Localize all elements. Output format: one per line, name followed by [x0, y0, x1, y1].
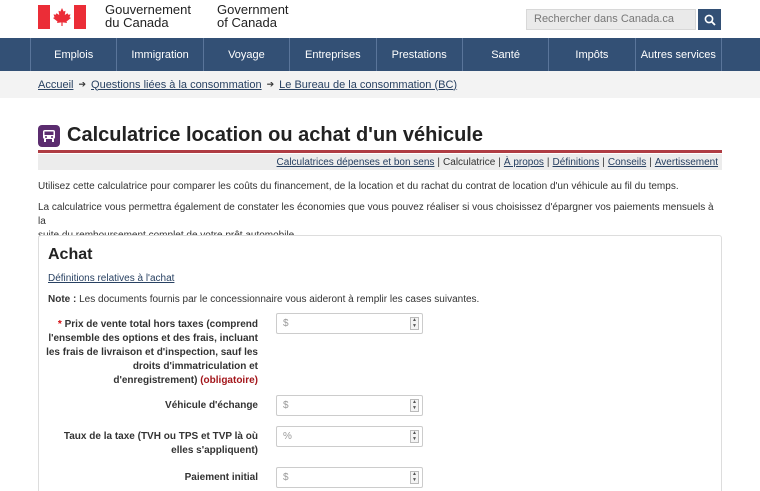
trade-in-label: Véhicule d'échange	[165, 400, 258, 411]
required-tag: (obligatoire)	[200, 375, 258, 386]
wordmark-fr-line2: du Canada	[105, 15, 169, 30]
canada-flag-icon[interactable]	[38, 5, 86, 29]
breadcrumb: Accueil ➔ Questions liées à la consommat…	[0, 71, 760, 98]
nav-item-immigration[interactable]: Immigration	[117, 38, 204, 71]
nav-item-emplois[interactable]: Emplois	[31, 38, 118, 71]
panel-note: Note : Les documents fournis par le conc…	[48, 294, 479, 305]
purchase-panel: Achat Définitions relatives à l'achat No…	[38, 235, 722, 491]
calculator-subnav: Calculatrices dépenses et bon sens | Cal…	[38, 154, 722, 170]
panel-title: Achat	[48, 246, 93, 263]
search-icon	[704, 14, 716, 26]
subnav-conseils[interactable]: Conseils	[608, 157, 646, 168]
down-payment-input[interactable]: $ ▲ ▼	[276, 467, 423, 488]
spinner-icon[interactable]: ▲ ▼	[410, 471, 419, 484]
intro-paragraph-2-line1: La calculatrice vous permettra également…	[38, 202, 714, 227]
subnav-avertissement[interactable]: Avertissement	[655, 157, 718, 168]
nav-item-impots[interactable]: Impôts	[549, 38, 636, 71]
required-asterisk: *	[57, 319, 62, 330]
total-price-input[interactable]: $ ▲ ▼	[276, 313, 423, 334]
search-button[interactable]	[698, 9, 721, 30]
wordmark-english[interactable]: Government of Canada	[217, 3, 289, 29]
breadcrumb-questions-consommation[interactable]: Questions liées à la consommation	[91, 79, 262, 91]
nav-item-autres-services[interactable]: Autres services	[636, 38, 722, 71]
total-price-label: * Prix de vente total hors taxes (compre…	[46, 319, 258, 386]
subnav-definitions[interactable]: Définitions	[553, 157, 600, 168]
main-nav: Emplois Immigration Voyage Entreprises P…	[0, 38, 760, 71]
wordmark-en-line2: of Canada	[217, 15, 277, 30]
spinner-icon[interactable]: ▲ ▼	[410, 399, 419, 412]
arrow-right-icon: ➔	[78, 79, 87, 89]
nav-item-prestations[interactable]: Prestations	[377, 38, 463, 71]
trade-in-input[interactable]: $ ▲ ▼	[276, 395, 423, 416]
spinner-icon[interactable]: ▲ ▼	[410, 317, 419, 330]
arrow-right-icon: ➔	[266, 79, 275, 89]
purchase-definitions-link[interactable]: Définitions relatives à l'achat	[48, 273, 174, 284]
down-payment-label: Paiement initial	[184, 472, 258, 483]
intro-paragraph-1: Utilisez cette calculatrice pour compare…	[38, 181, 679, 192]
nav-item-sante[interactable]: Santé	[463, 38, 550, 71]
spinner-icon[interactable]: ▲ ▼	[410, 430, 419, 443]
page-title-row: Calculatrice location ou achat d'un véhi…	[38, 124, 483, 147]
subnav-calculatrice-current: Calculatrice	[443, 156, 496, 168]
breadcrumb-bureau-consommation[interactable]: Le Bureau de la consommation (BC)	[279, 79, 457, 91]
note-label: Note :	[48, 294, 77, 305]
breadcrumb-accueil[interactable]: Accueil	[38, 79, 73, 91]
subnav-calculatrices[interactable]: Calculatrices dépenses et bon sens	[277, 157, 435, 168]
wordmark-french[interactable]: Gouvernement du Canada	[105, 3, 191, 29]
note-text: Les documents fournis par le concessionn…	[79, 294, 480, 305]
site-header: Gouvernement du Canada Government of Can…	[0, 0, 760, 38]
tax-rate-label: Taux de la taxe (TVH ou TPS et TVP là où…	[63, 431, 258, 456]
nav-item-entreprises[interactable]: Entreprises	[290, 38, 377, 71]
tax-rate-input[interactable]: % ▲ ▼	[276, 426, 423, 447]
vehicle-icon	[38, 124, 60, 147]
nav-item-voyage[interactable]: Voyage	[204, 38, 291, 71]
search-input[interactable]: Rechercher dans Canada.ca	[526, 9, 696, 30]
subnav-a-propos[interactable]: À propos	[504, 157, 544, 168]
title-divider	[38, 150, 722, 153]
page-title: Calculatrice location ou achat d'un véhi…	[67, 124, 483, 146]
